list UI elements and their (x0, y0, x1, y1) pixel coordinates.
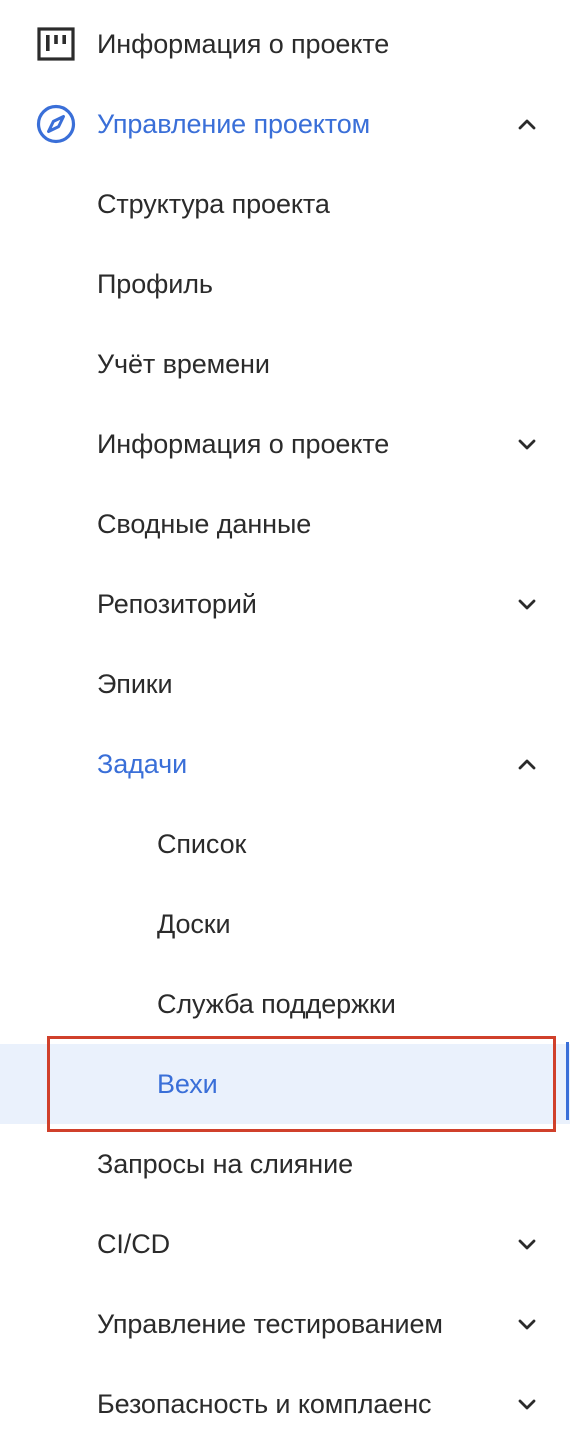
nav-item-summary[interactable]: Сводные данные (0, 484, 570, 564)
chevron-down-icon[interactable] (514, 1391, 540, 1417)
nav-item-security-compliance[interactable]: Безопасность и комплаенс (0, 1364, 570, 1444)
chevron-down-icon[interactable] (514, 1231, 540, 1257)
chevron-up-icon[interactable] (514, 111, 540, 137)
nav-item-cicd[interactable]: CI/CD (0, 1204, 570, 1284)
nav-item-label: Профиль (97, 269, 213, 299)
nav-item-label: Управление проектом (97, 109, 371, 139)
nav-item-label: Список (157, 829, 247, 859)
nav-item-label: Репозиторий (97, 589, 257, 619)
nav-item-label: Учёт времени (97, 349, 270, 379)
nav-item-label: Структура проекта (97, 189, 330, 219)
chevron-down-icon[interactable] (514, 1311, 540, 1337)
nav-item-project-structure[interactable]: Структура проекта (0, 164, 570, 244)
nav-item-label: Безопасность и комплаенс (97, 1389, 432, 1419)
nav-item-test-management[interactable]: Управление тестированием (0, 1284, 570, 1364)
nav-item-label: Управление тестированием (97, 1309, 443, 1339)
chevron-down-icon[interactable] (514, 431, 540, 457)
sidebar-nav: Информация о проекте Управление проектом… (0, 4, 570, 1444)
nav-item-label: Эпики (97, 669, 173, 699)
nav-item-profile[interactable]: Профиль (0, 244, 570, 324)
nav-item-label: Доски (157, 909, 231, 939)
nav-item-label: Вехи (157, 1069, 218, 1099)
board-icon (36, 24, 76, 64)
nav-item-tasks[interactable]: Задачи (0, 724, 570, 804)
active-indicator-bar (566, 1042, 569, 1120)
chevron-down-icon[interactable] (514, 591, 540, 617)
chevron-up-icon[interactable] (514, 751, 540, 777)
nav-item-tasks-milestones[interactable]: Вехи (0, 1044, 570, 1124)
nav-item-merge-requests[interactable]: Запросы на слияние (0, 1124, 570, 1204)
nav-item-epics[interactable]: Эпики (0, 644, 570, 724)
nav-item-label: Информация о проекте (97, 429, 390, 459)
nav-item-tasks-service-desk[interactable]: Служба поддержки (0, 964, 570, 1044)
nav-item-tasks-list[interactable]: Список (0, 804, 570, 884)
nav-item-time-tracking[interactable]: Учёт времени (0, 324, 570, 404)
nav-item-tasks-boards[interactable]: Доски (0, 884, 570, 964)
nav-item-repository[interactable]: Репозиторий (0, 564, 570, 644)
nav-item-project-info-sub[interactable]: Информация о проекте (0, 404, 570, 484)
compass-icon (36, 104, 76, 144)
nav-item-label: Задачи (97, 749, 188, 779)
nav-item-label: CI/CD (97, 1229, 170, 1259)
nav-item-project-management[interactable]: Управление проектом (0, 84, 570, 164)
nav-item-label: Сводные данные (97, 509, 312, 539)
nav-item-project-info[interactable]: Информация о проекте (0, 4, 570, 84)
nav-item-label: Служба поддержки (157, 989, 396, 1019)
nav-item-label: Запросы на слияние (97, 1149, 353, 1179)
nav-item-label: Информация о проекте (97, 29, 390, 59)
